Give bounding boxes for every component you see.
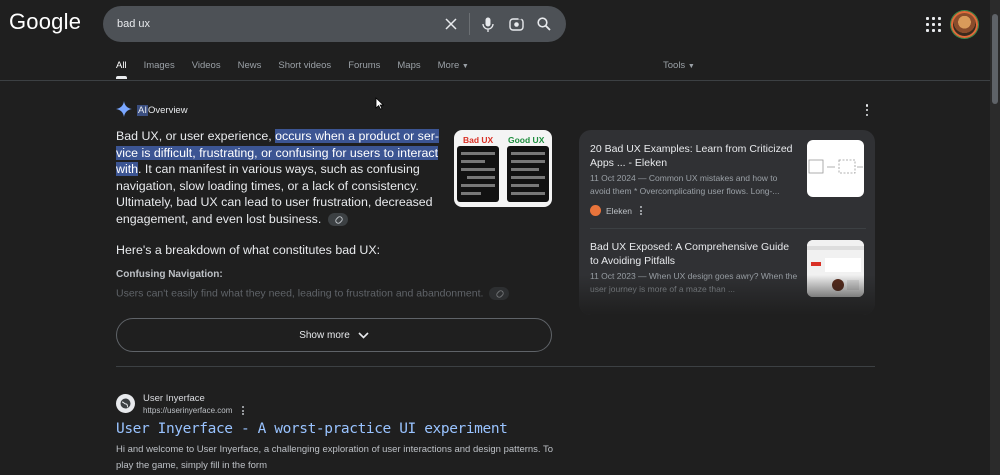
ai-overview-header: AI Overview bbox=[116, 101, 188, 120]
tab-all[interactable]: All bbox=[116, 60, 127, 79]
header-divider bbox=[0, 80, 1000, 81]
result-site-name[interactable]: User Inyerface bbox=[143, 393, 205, 404]
source-snippet: 11 Oct 2024 — Common UX mistakes and how… bbox=[590, 173, 780, 196]
more-options-icon[interactable] bbox=[242, 406, 244, 415]
search-box[interactable]: bad ux bbox=[103, 6, 566, 42]
search-tabs: All Images Videos News Short videos Foru… bbox=[116, 60, 486, 79]
more-options-icon[interactable] bbox=[864, 104, 870, 116]
show-more-button[interactable]: Show more bbox=[116, 318, 552, 352]
lens-camera-icon[interactable] bbox=[502, 6, 530, 42]
search-divider bbox=[469, 13, 470, 35]
chevron-down-icon bbox=[358, 331, 369, 339]
eleken-favicon bbox=[590, 205, 601, 216]
tools-button[interactable]: Tools ▼ bbox=[663, 60, 695, 71]
source-site: Eleken bbox=[590, 205, 642, 216]
globe-icon bbox=[116, 394, 135, 413]
tab-short-videos[interactable]: Short videos bbox=[278, 60, 331, 79]
source-site-name: Eleken bbox=[606, 205, 632, 216]
tab-more-label: More bbox=[437, 60, 460, 71]
microphone-icon[interactable] bbox=[474, 6, 502, 42]
ai-text-start: Bad UX, or user experience, bbox=[116, 129, 276, 143]
google-apps-icon[interactable] bbox=[926, 17, 942, 33]
source-thumbnail[interactable] bbox=[807, 140, 864, 197]
tab-videos[interactable]: Videos bbox=[192, 60, 221, 79]
tab-forums[interactable]: Forums bbox=[348, 60, 380, 79]
section-divider bbox=[116, 366, 875, 367]
page-scrollbar[interactable] bbox=[990, 0, 1000, 475]
bad-good-ux-image[interactable]: Bad UX Good UX bbox=[454, 130, 552, 207]
ai-overview-text: Bad UX, or user experience, occurs when … bbox=[116, 128, 442, 228]
confusing-navigation-heading: Confusing Navigation: bbox=[116, 269, 223, 280]
clear-icon[interactable] bbox=[437, 6, 465, 42]
mouse-cursor-icon bbox=[375, 97, 385, 115]
search-input[interactable]: bad ux bbox=[117, 18, 437, 30]
ai-text-end: . It can manifest in various ways, such … bbox=[116, 162, 433, 226]
result-snippet: Hi and welcome to User Inyerface, a chal… bbox=[116, 444, 554, 471]
tab-more[interactable]: More ▼ bbox=[438, 60, 469, 79]
account-avatar[interactable] bbox=[951, 11, 978, 38]
good-ux-label: Good UX bbox=[508, 135, 545, 145]
search-icon[interactable] bbox=[530, 6, 558, 42]
link-icon[interactable] bbox=[489, 287, 510, 300]
result-url[interactable]: https://userinyerface.com bbox=[143, 406, 232, 415]
bad-ux-label: Bad UX bbox=[463, 135, 494, 145]
sources-panel: 20 Bad UX Examples: Learn from Criticize… bbox=[579, 130, 875, 315]
google-logo[interactable]: Google bbox=[9, 9, 81, 35]
show-more-label: Show more bbox=[299, 329, 350, 341]
good-ux-panel: Good UX bbox=[503, 130, 552, 207]
tab-images[interactable]: Images bbox=[144, 60, 175, 79]
sources-fade bbox=[579, 275, 875, 315]
link-icon[interactable] bbox=[327, 213, 348, 227]
result-title-link[interactable]: User Inyerface - A worst-practice UI exp… bbox=[116, 421, 508, 437]
overview-label: Overview bbox=[147, 105, 188, 116]
source-divider bbox=[590, 228, 866, 229]
tools-label: Tools bbox=[663, 60, 686, 71]
bad-ux-panel: Bad UX bbox=[454, 130, 503, 207]
more-options-icon[interactable] bbox=[640, 206, 642, 215]
bad-ux-screen bbox=[457, 146, 499, 202]
source-title[interactable]: Bad UX Exposed: A Comprehensive Guide to… bbox=[590, 240, 800, 268]
source-title[interactable]: 20 Bad UX Examples: Learn from Criticize… bbox=[590, 142, 800, 170]
breakdown-heading: Here's a breakdown of what constitutes b… bbox=[116, 243, 381, 257]
dropdown-arrow-icon: ▼ bbox=[687, 63, 695, 70]
tab-news[interactable]: News bbox=[238, 60, 262, 79]
dropdown-arrow-icon: ▼ bbox=[461, 63, 469, 70]
faded-text: Users can't easily find what they need, … bbox=[116, 287, 510, 300]
faded-text-content: Users can't easily find what they need, … bbox=[116, 287, 484, 300]
scrollbar-thumb[interactable] bbox=[992, 14, 998, 104]
tab-maps[interactable]: Maps bbox=[397, 60, 420, 79]
sparkle-icon bbox=[116, 101, 132, 120]
good-ux-screen bbox=[507, 146, 549, 202]
ai-label: AI bbox=[137, 105, 148, 116]
